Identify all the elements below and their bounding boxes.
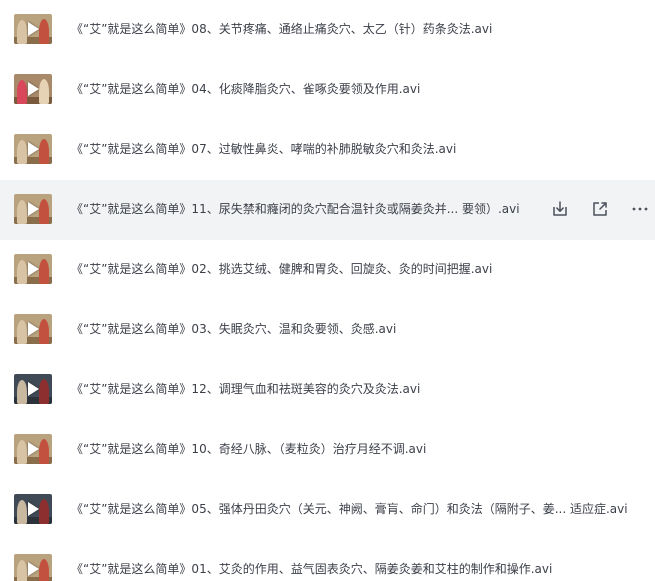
- file-row[interactable]: 《“艾”就是这么简单》01、艾灸的作用、益气固表灸穴、隔姜灸姜和艾柱的制作和操作…: [0, 540, 655, 581]
- play-icon: [28, 442, 39, 456]
- play-icon: [28, 22, 39, 36]
- video-thumbnail[interactable]: [14, 314, 52, 344]
- file-name[interactable]: 《“艾”就是这么简单》02、挑选艾绒、健脾和胃灸、回旋灸、灸的时间把握.avi: [71, 260, 492, 278]
- video-thumbnail[interactable]: [14, 134, 52, 164]
- file-name[interactable]: 《“艾”就是这么简单》01、艾灸的作用、益气固表灸穴、隔姜灸姜和艾柱的制作和操作…: [71, 560, 552, 578]
- share-icon[interactable]: [590, 199, 610, 219]
- video-thumbnail[interactable]: [14, 494, 52, 524]
- video-thumbnail[interactable]: [14, 374, 52, 404]
- file-row[interactable]: 《“艾”就是这么简单》04、化痰降脂灸穴、雀啄灸要领及作用.avi: [0, 60, 655, 120]
- video-thumbnail[interactable]: [14, 14, 52, 44]
- file-row[interactable]: 《“艾”就是这么简单》11、尿失禁和癃闭的灸穴配合温针灸或隔姜灸并... 要领）…: [0, 180, 655, 240]
- file-name[interactable]: 《“艾”就是这么简单》05、强体丹田灸穴（关元、神阙、膏肓、命门）和灸法（隔附子…: [71, 500, 628, 518]
- video-thumbnail[interactable]: [14, 74, 52, 104]
- file-row[interactable]: 《“艾”就是这么简单》07、过敏性鼻炎、哮喘的补肺脱敏灸穴和灸法.avi: [0, 120, 655, 180]
- more-icon[interactable]: [630, 199, 650, 219]
- video-thumbnail[interactable]: [14, 434, 52, 464]
- file-name[interactable]: 《“艾”就是这么简单》04、化痰降脂灸穴、雀啄灸要领及作用.avi: [71, 80, 420, 98]
- file-row[interactable]: 《“艾”就是这么简单》12、调理气血和祛斑美容的灸穴及灸法.avi: [0, 360, 655, 420]
- file-name[interactable]: 《“艾”就是这么简单》08、关节疼痛、通络止痛灸穴、太乙（针）药条灸法.avi: [71, 20, 492, 38]
- file-row[interactable]: 《“艾”就是这么简单》08、关节疼痛、通络止痛灸穴、太乙（针）药条灸法.avi: [0, 0, 655, 60]
- video-thumbnail[interactable]: [14, 194, 52, 224]
- file-row[interactable]: 《“艾”就是这么简单》03、失眠灸穴、温和灸要领、灸感.avi: [0, 300, 655, 360]
- file-name[interactable]: 《“艾”就是这么简单》10、奇经八脉、（麦粒灸）治疗月经不调.avi: [71, 440, 426, 458]
- play-icon: [28, 562, 39, 576]
- file-name[interactable]: 《“艾”就是这么简单》07、过敏性鼻炎、哮喘的补肺脱敏灸穴和灸法.avi: [71, 140, 456, 158]
- file-row[interactable]: 《“艾”就是这么简单》02、挑选艾绒、健脾和胃灸、回旋灸、灸的时间把握.avi: [0, 240, 655, 300]
- file-name[interactable]: 《“艾”就是这么简单》11、尿失禁和癃闭的灸穴配合温针灸或隔姜灸并... 要领）…: [71, 200, 520, 218]
- play-icon: [28, 502, 39, 516]
- file-name[interactable]: 《“艾”就是这么简单》03、失眠灸穴、温和灸要领、灸感.avi: [71, 320, 396, 338]
- play-icon: [28, 382, 39, 396]
- play-icon: [28, 142, 39, 156]
- play-icon: [28, 202, 39, 216]
- video-thumbnail[interactable]: [14, 554, 52, 581]
- file-row[interactable]: 《“艾”就是这么简单》10、奇经八脉、（麦粒灸）治疗月经不调.avi: [0, 420, 655, 480]
- download-icon[interactable]: [550, 199, 570, 219]
- play-icon: [28, 82, 39, 96]
- video-thumbnail[interactable]: [14, 254, 52, 284]
- file-row[interactable]: 《“艾”就是这么简单》05、强体丹田灸穴（关元、神阙、膏肓、命门）和灸法（隔附子…: [0, 480, 655, 540]
- file-list: 《“艾”就是这么简单》08、关节疼痛、通络止痛灸穴、太乙（针）药条灸法.avi …: [0, 0, 655, 581]
- play-icon: [28, 262, 39, 276]
- play-icon: [28, 322, 39, 336]
- file-name[interactable]: 《“艾”就是这么简单》12、调理气血和祛斑美容的灸穴及灸法.avi: [71, 380, 420, 398]
